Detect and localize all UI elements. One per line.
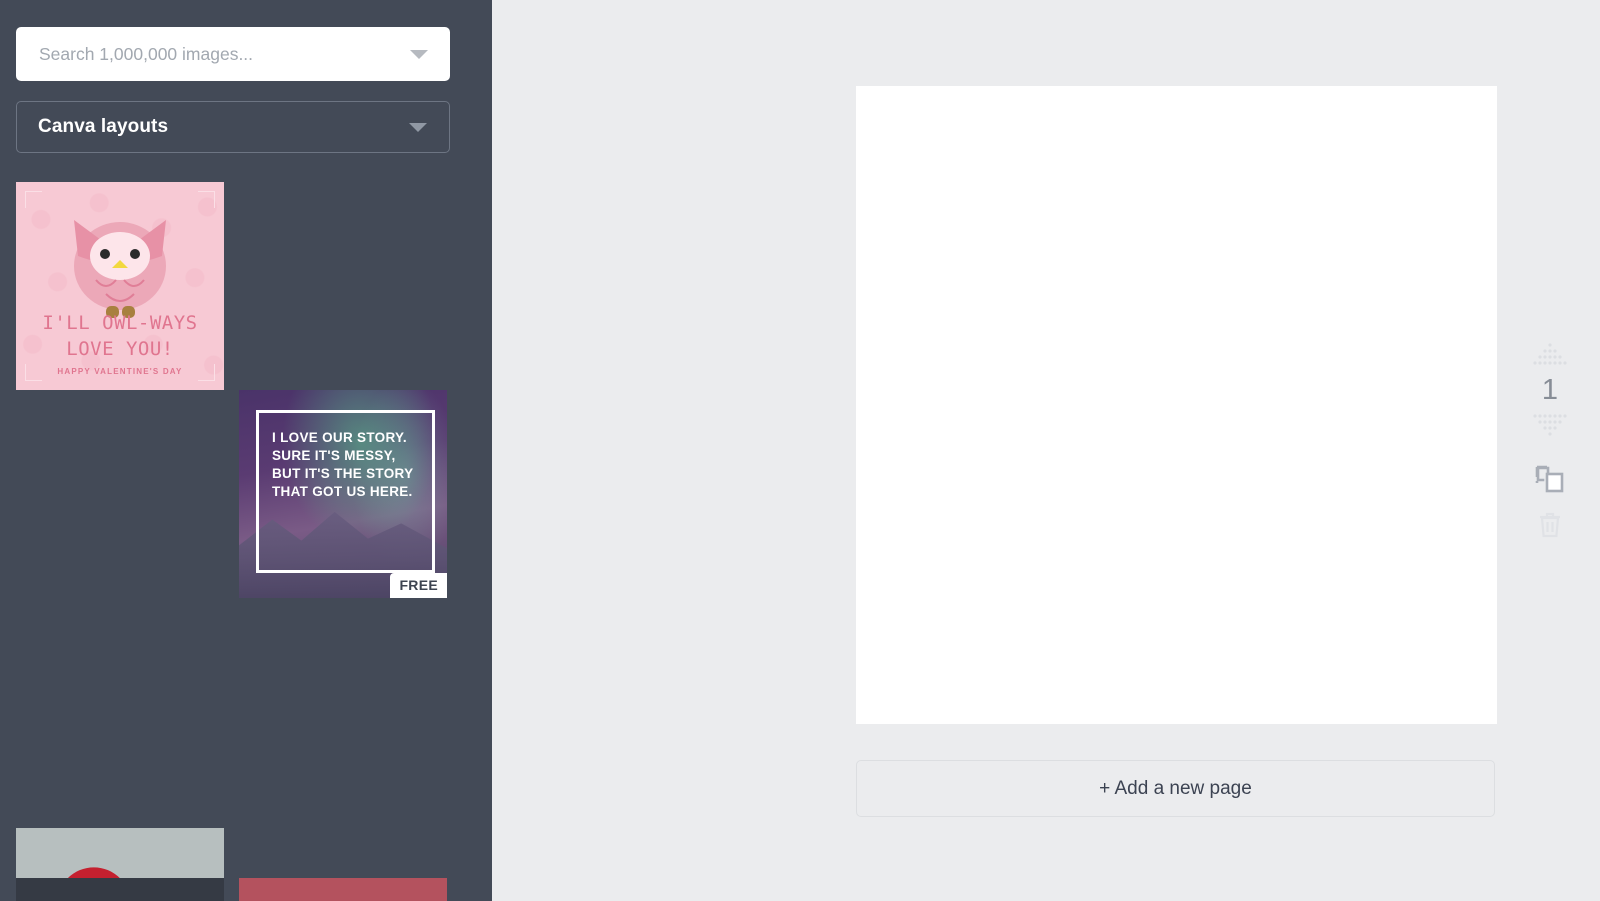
left-sidebar: Canva layouts <box>0 0 492 901</box>
template-line-2: LOVE YOU! <box>66 338 174 360</box>
add-new-page-button[interactable]: + Add a new page <box>856 760 1495 817</box>
template-thumbnail[interactable] <box>239 878 447 901</box>
template-line-1: I'LL OWL-WAYS <box>42 312 198 334</box>
free-badge: FREE <box>390 573 447 598</box>
canvas-area: 1 + Add a new page <box>492 0 1600 901</box>
design-page[interactable] <box>856 86 1497 724</box>
triangle-down-dots-icon[interactable] <box>1529 409 1571 439</box>
template-quote: I LOVE OUR STORY. SURE IT'S MESSY, BUT I… <box>272 430 414 499</box>
trash-icon[interactable] <box>1537 511 1563 539</box>
owl-illustration <box>74 220 166 318</box>
layouts-dropdown[interactable]: Canva layouts <box>16 101 450 153</box>
template-thumbnail[interactable]: I LOVE OUR STORY. SURE IT'S MESSY, BUT I… <box>239 390 447 598</box>
page-number: 1 <box>1541 374 1559 406</box>
add-new-page-label: + Add a new page <box>1099 777 1252 799</box>
template-thumbnail[interactable] <box>16 878 224 901</box>
page-toolbar: 1 <box>1520 340 1580 539</box>
canva-editor: Canva layouts <box>0 0 1600 901</box>
layouts-dropdown-label: Canva layouts <box>38 116 169 137</box>
triangle-up-dots-icon[interactable] <box>1529 340 1571 370</box>
template-subtitle: HAPPY VALENTINE'S DAY <box>57 367 183 376</box>
chevron-down-icon[interactable] <box>409 123 427 132</box>
duplicate-icon[interactable] <box>1535 465 1565 493</box>
chevron-down-icon[interactable] <box>410 50 428 59</box>
template-grid: I'LL OWL-WAYS LOVE YOU! HAPPY VALENTINE'… <box>16 182 476 901</box>
search-bar[interactable] <box>16 27 450 81</box>
template-thumbnail[interactable]: I'LL OWL-WAYS LOVE YOU! HAPPY VALENTINE'… <box>16 182 224 390</box>
search-input[interactable] <box>37 42 391 66</box>
